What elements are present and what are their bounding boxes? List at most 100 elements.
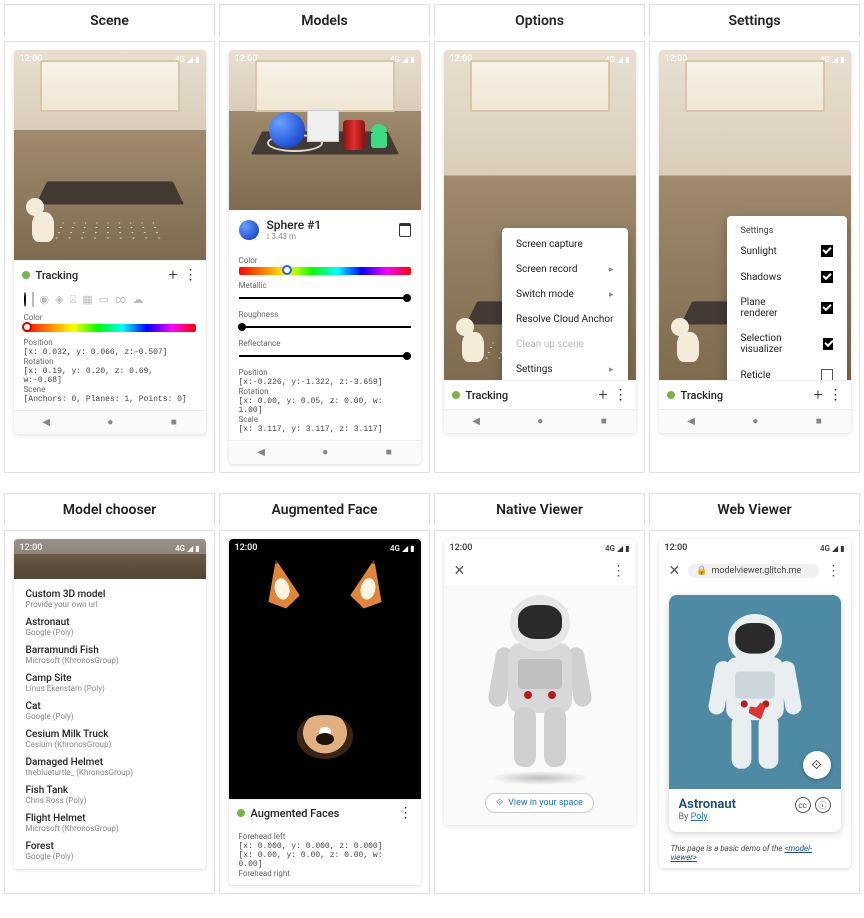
view-in-space-button[interactable]: ⟐ View in your space: [485, 793, 594, 813]
more-button[interactable]: ⋮: [184, 268, 198, 282]
more-button[interactable]: ⋮: [614, 388, 628, 402]
tool-droid-icon[interactable]: ⍓: [70, 293, 77, 307]
setting-shadows[interactable]: Shadows: [727, 264, 847, 290]
tool-cube-icon[interactable]: [32, 293, 34, 307]
license-badges: cc ⓘ: [795, 797, 831, 813]
chevron-right-icon: ▸: [609, 290, 614, 300]
chevron-right-icon: ▸: [609, 365, 614, 375]
col-header-scene: Scene: [4, 4, 215, 37]
nav-back-icon[interactable]: ◀: [42, 417, 50, 428]
model-list-item[interactable]: Camp SiteLinus Ekenstam (Poly): [26, 669, 194, 697]
fox-ear-left: [256, 555, 306, 612]
thumb-scene: 12:00 4G◢▮ Tracking + ⋮ ◉ ◈ ⍓ ▦: [4, 41, 215, 473]
close-button[interactable]: ✕: [454, 563, 466, 579]
model-cylinder[interactable]: [343, 120, 365, 150]
card-author: By Poly: [679, 812, 831, 822]
thumb-models: 12:00 4G◢▮ Sphere #1 ⟟ 3.43 m: [219, 41, 430, 473]
thumb-web-viewer: 12:00 4G◢▮ ✕ 🔒 modelviewer.glitch.me ⋮: [649, 530, 860, 894]
add-button[interactable]: +: [598, 387, 607, 403]
color-slider[interactable]: [24, 324, 196, 332]
col-header-settings: Settings: [649, 4, 860, 37]
model-chooser-list[interactable]: Custom 3D modelProvide your own urlAstro…: [14, 579, 206, 869]
more-button[interactable]: ⋮: [399, 806, 413, 820]
model-list-item[interactable]: Damaged Helmettheblueturtle_ (KhronosGro…: [26, 753, 194, 781]
add-button[interactable]: +: [168, 267, 177, 283]
forehead-left-value: [x: 0.000, y: 0.000, z: 0.000] [x: 0.00,…: [239, 842, 411, 869]
astronaut-model[interactable]: [480, 595, 600, 775]
model-list-item[interactable]: Barramundi FishMicrosoft (KhronosGroup): [26, 641, 194, 669]
checkbox-icon[interactable]: [821, 369, 833, 380]
author-link[interactable]: Poly: [691, 812, 708, 822]
color-label: Color: [24, 313, 196, 322]
more-button[interactable]: ⋮: [829, 388, 843, 402]
rotation-label: Rotation: [24, 357, 196, 366]
model-list-item[interactable]: CatGoogle (Poly): [26, 697, 194, 725]
model-cube[interactable]: [307, 110, 339, 142]
tracking-label: Tracking: [36, 269, 163, 282]
position-label: Position: [24, 338, 196, 347]
model-list-item[interactable]: House plantsGoogle (Poly): [26, 865, 194, 869]
model-list-item[interactable]: AstronautGoogle (Poly): [26, 613, 194, 641]
menu-screen-capture[interactable]: Screen capture: [502, 232, 627, 257]
more-button[interactable]: ⋮: [827, 564, 841, 578]
col-header-model-chooser: Model chooser: [4, 493, 215, 526]
setting-selection-visualizer[interactable]: Selection visualizer: [727, 326, 847, 362]
checkbox-icon[interactable]: [821, 271, 833, 283]
close-button[interactable]: ✕: [669, 563, 681, 579]
astronaut-model[interactable]: [701, 614, 809, 776]
model-list-item[interactable]: ForestGoogle (Poly): [26, 837, 194, 865]
settings-menu: Settings Sunlight Shadows Plane renderer…: [727, 216, 847, 380]
shape-toolbar: ◉ ◈ ⍓ ▦ ▭ ∞ ☁: [14, 289, 206, 307]
model-list-item[interactable]: Custom 3D modelProvide your own url: [26, 585, 194, 613]
model-list-item[interactable]: Cesium Milk TruckCesium (KhronosGroup): [26, 725, 194, 753]
nav-recent-icon[interactable]: ■: [171, 417, 177, 428]
menu-screen-record[interactable]: Screen record▸: [502, 257, 627, 282]
tool-video-icon[interactable]: ▦: [82, 293, 92, 307]
selected-model-distance: ⟟ 3.43 m: [267, 232, 322, 242]
model-list-item[interactable]: Fish TankChris Ross (Poly): [26, 781, 194, 809]
metallic-slider[interactable]: [239, 292, 411, 304]
menu-resolve-anchor[interactable]: Resolve Cloud Anchor: [502, 307, 627, 332]
menu-clean-scene: Clean up scene: [502, 332, 627, 357]
setting-sunlight[interactable]: Sunlight: [727, 238, 847, 264]
checkbox-icon[interactable]: [823, 338, 832, 350]
checkbox-icon[interactable]: [821, 245, 833, 257]
tracking-indicator-icon: [237, 809, 245, 817]
tool-layout-icon[interactable]: ▭: [99, 293, 109, 307]
url-bar[interactable]: 🔒 modelviewer.glitch.me: [688, 564, 818, 578]
scene-value: [Anchors: 0, Planes: 1, Points: 0]: [24, 395, 196, 404]
fox-ear-right: [344, 555, 394, 612]
model-sphere[interactable]: [269, 112, 305, 148]
fox-nose: [297, 715, 353, 759]
tool-link-icon[interactable]: ∞: [115, 293, 126, 307]
setting-reticle[interactable]: Reticle: [727, 362, 847, 380]
lock-icon: 🔒: [696, 566, 707, 576]
ar-fab-button[interactable]: ⟐: [803, 751, 831, 779]
delete-model-button[interactable]: [399, 223, 411, 237]
nav-home-icon[interactable]: ●: [107, 417, 113, 428]
tool-cloud-icon[interactable]: ☁: [132, 293, 143, 307]
more-button[interactable]: ⋮: [612, 564, 626, 578]
add-button[interactable]: +: [813, 387, 822, 403]
menu-settings[interactable]: Settings▸: [502, 357, 627, 380]
thumb-native-viewer: 12:00 4G◢▮ ✕ ⋮ ⟐: [434, 530, 645, 894]
col-header-options: Options: [434, 4, 645, 37]
menu-switch-mode[interactable]: Switch mode▸: [502, 282, 627, 307]
thumb-model-chooser: 12:00 4G◢▮ Custom 3D modelProvide your o…: [4, 530, 215, 894]
tool-view-icon[interactable]: ◈: [55, 293, 63, 307]
model-color-slider[interactable]: [239, 267, 411, 275]
col-header-augmented-face: Augmented Face: [219, 493, 430, 526]
tool-sphere-icon[interactable]: [24, 293, 26, 307]
model-list-item[interactable]: Flight HelmetMicrosoft (KhronosGroup): [26, 809, 194, 837]
android-navbar: ◀ ● ■: [14, 410, 206, 434]
roughness-slider[interactable]: [239, 321, 411, 333]
tracking-indicator-icon: [452, 391, 460, 399]
reflectance-slider[interactable]: [239, 350, 411, 362]
checkbox-icon[interactable]: [821, 302, 833, 314]
tracking-indicator-icon: [22, 271, 30, 279]
setting-plane-renderer[interactable]: Plane renderer: [727, 290, 847, 326]
tool-cylinder-icon[interactable]: ◉: [40, 293, 50, 307]
tracking-indicator-icon: [667, 391, 675, 399]
model-android[interactable]: [369, 120, 389, 148]
col-header-web-viewer: Web Viewer: [649, 493, 860, 526]
